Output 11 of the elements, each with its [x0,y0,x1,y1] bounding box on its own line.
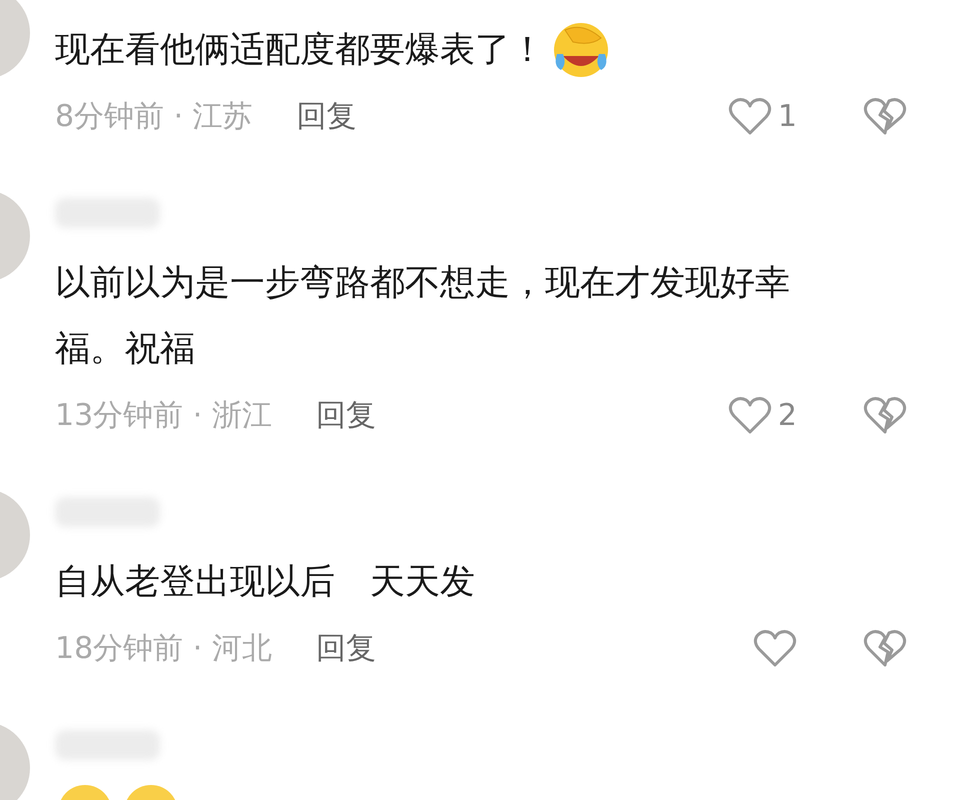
comment-text: 以前以为是一步弯路都不想走，现在才发现好幸福。祝福 [55,262,791,371]
like-count: 2 [778,398,797,432]
comment-text: 自从老登出现以后 天天发 [55,561,475,604]
like-count: 1 [778,98,797,134]
time-location: 18分钟前 · 河北 [55,630,272,668]
time-location: 13分钟前 · 浙江 [55,396,272,434]
reply-link[interactable]: 回复 [296,96,357,136]
reply-link[interactable]: 回复 [316,628,376,668]
comment-text: 现在看他俩适配度都要爆表了！ [55,29,545,72]
time-location: 8分钟前 · 江苏 [55,98,253,136]
reply-link[interactable]: 回复 [316,394,376,436]
